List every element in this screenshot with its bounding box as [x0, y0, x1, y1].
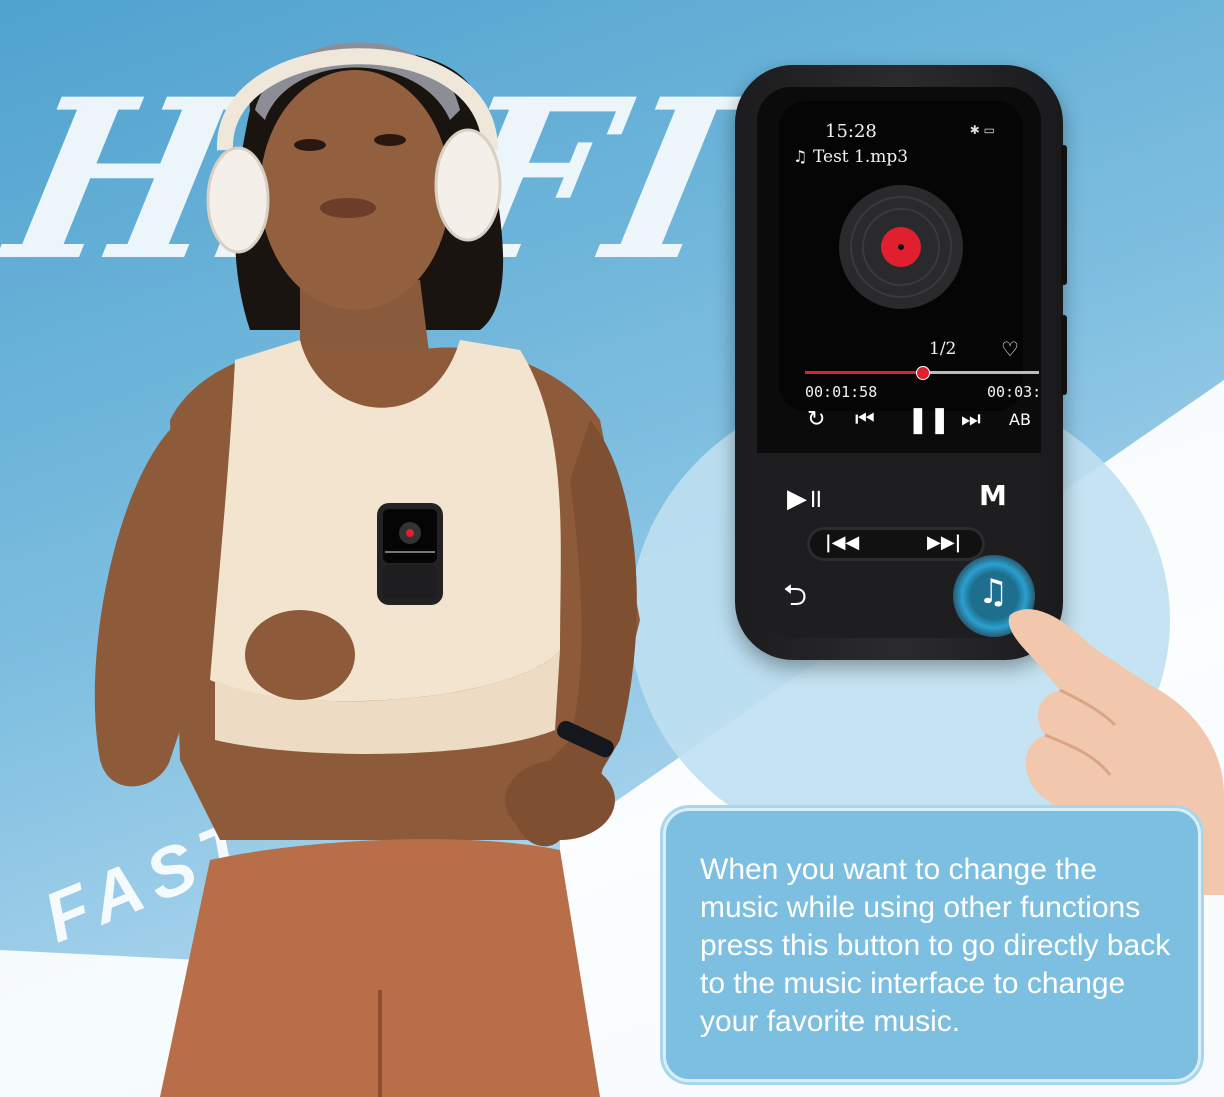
elapsed-time: 00:01:58 [805, 383, 878, 401]
vinyl-record-icon [839, 185, 963, 309]
ab-repeat-icon[interactable]: AB [1009, 410, 1031, 429]
mini-player [377, 503, 443, 605]
repeat-icon[interactable]: ↻ [807, 407, 825, 432]
song-title: Test 1.mp3 [813, 147, 909, 167]
device-screen: 15:28 ✱ ▭ ♫ Test 1.mp3 1/2 ♡ 00:01:58 00… [757, 87, 1041, 453]
callout-text: When you want to change the music while … [700, 853, 1171, 1038]
player-ui: 15:28 ✱ ▭ ♫ Test 1.mp3 1/2 ♡ 00:01:58 00… [779, 101, 1041, 435]
skip-rocker: |◀◀ ▶▶| [807, 527, 985, 561]
progress-fill [805, 371, 922, 374]
next-track-button[interactable]: ▶▶| [927, 532, 961, 553]
music-note-icon: ♫ [793, 147, 808, 166]
progress-knob[interactable] [916, 366, 930, 380]
prev-track-button[interactable]: |◀◀ [825, 532, 859, 553]
callout-box: When you want to change the music while … [663, 808, 1201, 1082]
track-counter: 1/2 [929, 339, 957, 359]
menu-button[interactable]: M [979, 479, 1007, 512]
play-pause-button[interactable]: ▶॥ [787, 479, 823, 515]
next-icon[interactable]: ⏭ [961, 407, 981, 432]
side-button-power[interactable] [1061, 315, 1067, 395]
back-button[interactable]: ⮌ [783, 573, 807, 624]
bluetooth-battery-icons: ✱ ▭ [969, 123, 995, 137]
pause-icon[interactable]: ❚❚ [907, 405, 951, 435]
clock: 15:28 [825, 121, 877, 142]
previous-icon[interactable]: ⏮ [855, 407, 875, 432]
side-button-volume[interactable] [1061, 145, 1067, 285]
total-time: 00:03:56 [987, 383, 1041, 401]
heart-icon[interactable]: ♡ [1001, 337, 1019, 361]
progress-bar[interactable] [805, 366, 1039, 380]
